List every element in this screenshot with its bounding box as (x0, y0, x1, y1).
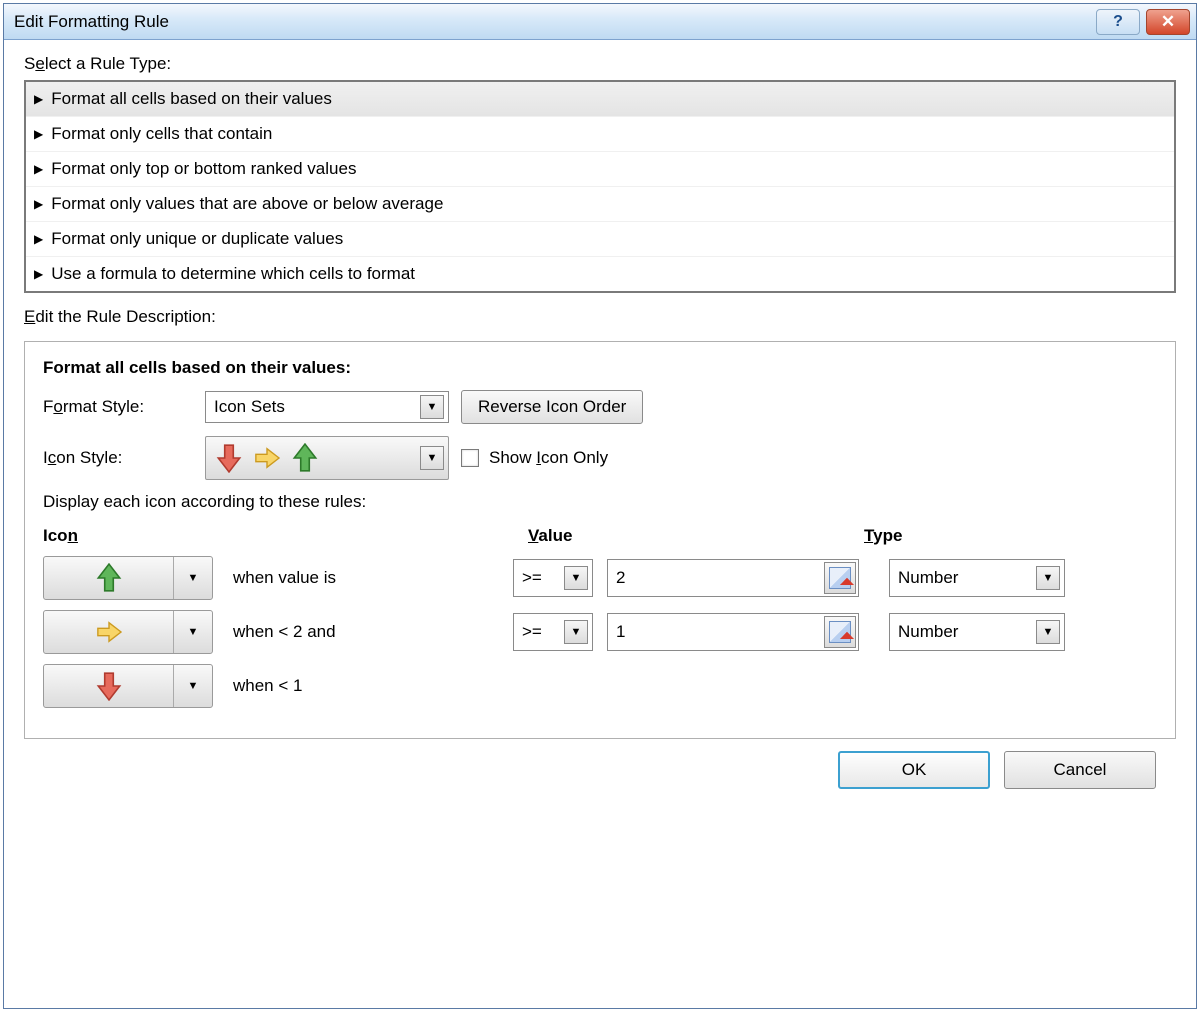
bullet-arrow-icon: ▶ (34, 267, 43, 281)
icon-header: Icon (43, 526, 528, 546)
icon-picker-preview (44, 557, 174, 599)
rule-type-item[interactable]: ▶ Format only top or bottom ranked value… (26, 152, 1174, 187)
cancel-button[interactable]: Cancel (1004, 751, 1156, 789)
type-value: Number (898, 622, 958, 642)
icon-rule-row: ▼ when < 2 and >= ▼ Number ▼ (43, 610, 1157, 654)
chevron-down-icon: ▼ (564, 566, 588, 590)
show-icon-only-checkbox[interactable]: Show Icon Only (461, 448, 608, 468)
format-style-row: Format Style: Icon Sets ▼ Reverse Icon O… (43, 390, 1157, 424)
close-button[interactable]: ✕ (1146, 9, 1190, 35)
icon-picker-preview (44, 665, 174, 707)
value-field[interactable] (616, 568, 824, 588)
select-rule-type-label: Select a Rule Type: (24, 54, 1176, 74)
chevron-down-icon: ▼ (420, 395, 444, 419)
close-icon: ✕ (1161, 12, 1175, 32)
rule-type-item[interactable]: ▶ Format only unique or duplicate values (26, 222, 1174, 257)
chevron-down-icon: ▼ (174, 665, 212, 707)
show-icon-only-label: Show Icon Only (489, 448, 608, 468)
operator-select[interactable]: >= ▼ (513, 613, 593, 651)
bullet-arrow-icon: ▶ (34, 127, 43, 141)
range-reference-icon (829, 567, 851, 589)
icon-rules-grid: Icon Value Type ▼ (43, 526, 1157, 708)
rule-description-panel: Format all cells based on their values: … (24, 341, 1176, 739)
dialog-title: Edit Formatting Rule (14, 12, 169, 32)
value-header: Value (528, 526, 864, 546)
chevron-down-icon: ▼ (1036, 566, 1060, 590)
arrow-up-green-icon (96, 563, 122, 593)
icon-picker-preview (44, 611, 174, 653)
range-reference-button[interactable] (824, 616, 856, 648)
operator-value: >= (522, 568, 542, 588)
format-style-select[interactable]: Icon Sets ▼ (205, 391, 449, 423)
edit-formatting-rule-dialog: Edit Formatting Rule ? ✕ Select a Rule T… (3, 3, 1197, 1009)
display-rules-label: Display each icon according to these rul… (43, 492, 1157, 512)
arrow-down-red-icon (216, 443, 242, 473)
titlebar-buttons: ? ✕ (1096, 9, 1190, 35)
bullet-arrow-icon: ▶ (34, 232, 43, 246)
chevron-down-icon: ▼ (174, 611, 212, 653)
operator-value: >= (522, 622, 542, 642)
reverse-icon-order-button[interactable]: Reverse Icon Order (461, 390, 643, 424)
chevron-down-icon: ▼ (1036, 620, 1060, 644)
type-value: Number (898, 568, 958, 588)
rule-type-item[interactable]: ▶ Use a formula to determine which cells… (26, 257, 1174, 291)
type-select[interactable]: Number ▼ (889, 559, 1065, 597)
rule-type-list: ▶ Format all cells based on their values… (24, 80, 1176, 293)
arrow-right-yellow-icon (254, 443, 280, 473)
grid-header: Icon Value Type (43, 526, 1157, 546)
dialog-content: Select a Rule Type: ▶ Format all cells b… (4, 40, 1196, 1008)
icon-picker[interactable]: ▼ (43, 610, 213, 654)
rule-type-text: Format only cells that contain (51, 124, 272, 144)
when-condition-text: when < 2 and (213, 622, 513, 642)
rule-type-text: Format only unique or duplicate values (51, 229, 343, 249)
rule-type-item[interactable]: ▶ Format only values that are above or b… (26, 187, 1174, 222)
value-input[interactable] (607, 613, 859, 651)
help-icon: ? (1113, 13, 1123, 31)
type-select[interactable]: Number ▼ (889, 613, 1065, 651)
icon-rule-row: ▼ when < 1 (43, 664, 1157, 708)
rule-type-item[interactable]: ▶ Format only cells that contain (26, 117, 1174, 152)
value-field[interactable] (616, 622, 824, 642)
edit-rule-description-label: Edit the Rule Description: (24, 307, 1176, 327)
rule-type-text: Format all cells based on their values (51, 89, 332, 109)
rule-type-item[interactable]: ▶ Format all cells based on their values (26, 82, 1174, 117)
icon-rule-row: ▼ when value is >= ▼ Number ▼ (43, 556, 1157, 600)
arrow-down-red-icon (96, 671, 122, 701)
chevron-down-icon: ▼ (420, 446, 444, 470)
rule-type-text: Use a formula to determine which cells t… (51, 264, 415, 284)
description-title: Format all cells based on their values: (43, 358, 1157, 378)
dialog-footer: OK Cancel (24, 739, 1176, 805)
ok-button[interactable]: OK (838, 751, 990, 789)
arrow-up-green-icon (292, 443, 318, 473)
type-header: Type (864, 526, 1064, 546)
range-reference-button[interactable] (824, 562, 856, 594)
format-style-value: Icon Sets (214, 397, 285, 417)
icon-picker[interactable]: ▼ (43, 664, 213, 708)
icon-style-row: Icon Style: ▼ Show Icon Only (43, 436, 1157, 480)
format-style-label: Format Style: (43, 397, 193, 417)
icon-style-select[interactable]: ▼ (205, 436, 449, 480)
bullet-arrow-icon: ▶ (34, 92, 43, 106)
icon-style-label: Icon Style: (43, 448, 193, 468)
range-reference-icon (829, 621, 851, 643)
operator-select[interactable]: >= ▼ (513, 559, 593, 597)
rule-type-text: Format only values that are above or bel… (51, 194, 443, 214)
chevron-down-icon: ▼ (564, 620, 588, 644)
rule-type-text: Format only top or bottom ranked values (51, 159, 356, 179)
checkbox-box (461, 449, 479, 467)
bullet-arrow-icon: ▶ (34, 162, 43, 176)
value-input[interactable] (607, 559, 859, 597)
bullet-arrow-icon: ▶ (34, 197, 43, 211)
titlebar: Edit Formatting Rule ? ✕ (4, 4, 1196, 40)
chevron-down-icon: ▼ (174, 557, 212, 599)
when-condition-text: when < 1 (213, 676, 513, 696)
icon-picker[interactable]: ▼ (43, 556, 213, 600)
when-condition-text: when value is (213, 568, 513, 588)
icon-set-preview (216, 443, 318, 473)
arrow-right-yellow-icon (96, 617, 122, 647)
help-button[interactable]: ? (1096, 9, 1140, 35)
